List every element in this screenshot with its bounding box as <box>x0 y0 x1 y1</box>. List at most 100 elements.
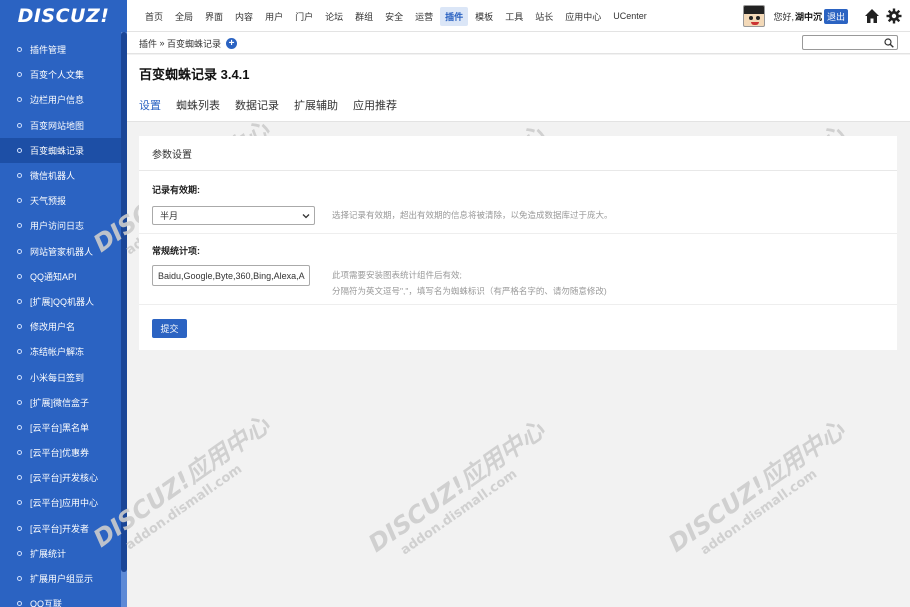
sidebar-item[interactable]: [云平台]优惠券 <box>0 440 127 465</box>
bullet-icon <box>17 550 22 556</box>
breadcrumb-separator: » <box>157 38 168 48</box>
bullet-icon <box>17 223 22 229</box>
logout-button[interactable]: 退出 <box>823 8 848 24</box>
search-box <box>802 35 898 51</box>
stats-label: 常规统计项: <box>152 246 200 256</box>
bullet-icon <box>17 399 22 405</box>
sidebar-item[interactable]: [云平台]开发核心 <box>0 465 127 490</box>
bullet-icon <box>17 525 22 531</box>
topnav-item[interactable]: 全局 <box>170 7 198 26</box>
page-title: 百变蜘蛛记录 3.4.1 <box>139 67 250 82</box>
sidebar-item[interactable]: QQ互联 <box>0 591 127 607</box>
topnav-item[interactable]: 界面 <box>200 7 228 26</box>
sidebar-item[interactable]: 微信机器人 <box>0 163 127 188</box>
page-header: 百变蜘蛛记录 3.4.1 设置 蜘蛛列表 数据记录 扩展辅助 应用推荐 <box>127 55 910 122</box>
bullet-icon <box>17 374 22 380</box>
sidebar-item[interactable]: 插件管理 <box>0 37 127 62</box>
bullet-icon <box>17 122 22 128</box>
breadcrumb: 插件 » 百变蜘蛛记录 + <box>139 32 238 54</box>
bullet-icon <box>17 500 22 506</box>
topnav-item[interactable]: 模板 <box>470 7 498 26</box>
sidebar-item-label: 百变个人文集 <box>30 70 85 81</box>
stats-input[interactable]: Baidu,Google,Byte,360,Bing,Alexa,A <box>152 265 310 286</box>
sidebar-item[interactable]: 扩展用户组显示 <box>0 566 127 591</box>
top-bar: DISCUZ! 首页 全局 界面 内容 用户 门户 论坛 群组 安全 运营 插件 模板 工具 站长 应用中心… <box>0 0 910 32</box>
settings-card: 参数设置 记录有效期: 半月 选择记录有效期，超出有效期的信息将被清除，以免造成… <box>139 136 897 350</box>
breadcrumb-root[interactable]: 插件 <box>139 37 157 50</box>
bullet-icon <box>17 273 22 279</box>
card-heading: 参数设置 <box>139 136 897 171</box>
gear-icon[interactable] <box>886 8 902 24</box>
topnav-item[interactable]: 运营 <box>410 7 438 26</box>
sidebar-item[interactable]: 天气预报 <box>0 188 127 213</box>
divider <box>139 304 897 305</box>
tab-item[interactable]: 蜘蛛列表 <box>176 97 220 121</box>
submit-button[interactable]: 提交 <box>152 319 187 338</box>
chevron-down-icon <box>302 214 310 219</box>
sidebar-item-label: 冻结帐户解冻 <box>30 347 85 358</box>
topnav-item[interactable]: 群组 <box>350 7 378 26</box>
watermark: DISCUZ!应用中心addon.dismall.com <box>660 411 859 571</box>
sidebar-item[interactable]: 小米每日签到 <box>0 364 127 389</box>
top-nav: 首页 全局 界面 内容 用户 门户 论坛 群组 安全 运营 插件 模板 工具 站长 应用中心 UCenter <box>140 0 654 32</box>
topnav-item[interactable]: 门户 <box>290 7 318 26</box>
topnav-item[interactable]: 首页 <box>140 7 168 26</box>
watermark-title: DISCUZ!应用中心 <box>663 415 850 558</box>
sidebar-item[interactable]: QQ通知API <box>0 264 127 289</box>
sidebar-item-label: QQ通知API <box>30 271 77 282</box>
sidebar-item[interactable]: 边栏用户信息 <box>0 87 127 112</box>
avatar[interactable] <box>743 5 766 27</box>
sidebar-item-label: 修改用户名 <box>30 322 76 333</box>
sidebar-item-label: 百变网站地图 <box>30 120 85 131</box>
bullet-icon <box>17 475 22 481</box>
sidebar-item[interactable]: 百变网站地图 <box>0 113 127 138</box>
topnav-item[interactable]: 论坛 <box>320 7 348 26</box>
search-input[interactable] <box>803 37 881 51</box>
greeting-text: 您好, <box>773 11 794 22</box>
breadcrumb-current: 百变蜘蛛记录 <box>167 38 222 49</box>
home-icon[interactable] <box>864 8 880 24</box>
topnav-item[interactable]: 站长 <box>530 7 558 26</box>
stats-hint-2: 分隔符为英文逗号","，填写名为蜘蛛标识（有严格名字的、请勿随意修改) <box>332 286 607 296</box>
sidebar-item-label: [云平台]开发者 <box>30 523 90 534</box>
topnav-item[interactable]: 插件 <box>440 6 469 26</box>
sidebar-item-label: 插件管理 <box>30 45 67 56</box>
topnav-item[interactable]: 工具 <box>500 7 528 26</box>
sidebar-item-label: 微信机器人 <box>30 171 76 182</box>
stats-hint-1: 此项需要安装图表统计组件后有效; <box>332 270 462 280</box>
sidebar-item[interactable]: [扩展]微信盒子 <box>0 390 127 415</box>
sidebar-item-label: 扩展统计 <box>30 548 67 559</box>
tab-item[interactable]: 扩展辅助 <box>294 97 338 121</box>
tab-item[interactable]: 设置 <box>139 97 161 121</box>
sidebar-item[interactable]: [云平台]黑名单 <box>0 415 127 440</box>
sidebar-item-label: 天气预报 <box>30 196 67 207</box>
topnav-item[interactable]: 用户 <box>260 7 288 26</box>
sidebar-item[interactable]: 百变个人文集 <box>0 62 127 87</box>
sidebar-item-label: [云平台]应用中心 <box>30 498 99 509</box>
expiry-hint: 选择记录有效期，超出有效期的信息将被清除，以免造成数据库过于庞大。 <box>332 210 613 220</box>
topnav-item[interactable]: 内容 <box>230 7 258 26</box>
sidebar-item-label: QQ互联 <box>30 599 63 607</box>
add-shortcut-icon[interactable]: + <box>226 37 238 49</box>
tab-bar: 设置 蜘蛛列表 数据记录 扩展辅助 应用推荐 <box>139 97 412 121</box>
topnav-item[interactable]: 应用中心 <box>560 7 606 26</box>
discuz-logo[interactable]: DISCUZ! <box>0 0 127 32</box>
sidebar-item[interactable]: 修改用户名 <box>0 314 127 339</box>
username[interactable]: 湖中沉 <box>795 10 822 23</box>
user-area: 您好, 湖中沉 退出 <box>743 0 902 32</box>
sidebar-item-label: [云平台]优惠券 <box>30 448 90 459</box>
sidebar-item[interactable]: 冻结帐户解冻 <box>0 339 127 364</box>
bullet-icon <box>17 173 22 179</box>
sidebar-item-label: 边栏用户信息 <box>30 95 85 106</box>
sidebar-item[interactable]: [扩展]QQ机器人 <box>0 289 127 314</box>
sidebar-item-label: [云平台]开发核心 <box>30 473 99 484</box>
tab-item[interactable]: 应用推荐 <box>353 97 397 121</box>
sidebar-item-label: 百变蜘蛛记录 <box>30 145 85 156</box>
sidebar-item[interactable]: 百变蜘蛛记录 <box>0 137 127 163</box>
watermark-title: DISCUZ!应用中心 <box>363 415 550 558</box>
search-icon[interactable] <box>884 38 894 48</box>
expiry-select[interactable]: 半月 <box>152 206 315 225</box>
topnav-item[interactable]: UCenter <box>608 8 652 24</box>
sidebar-item-label: [云平台]黑名单 <box>30 422 90 433</box>
topnav-item[interactable]: 安全 <box>380 7 408 26</box>
